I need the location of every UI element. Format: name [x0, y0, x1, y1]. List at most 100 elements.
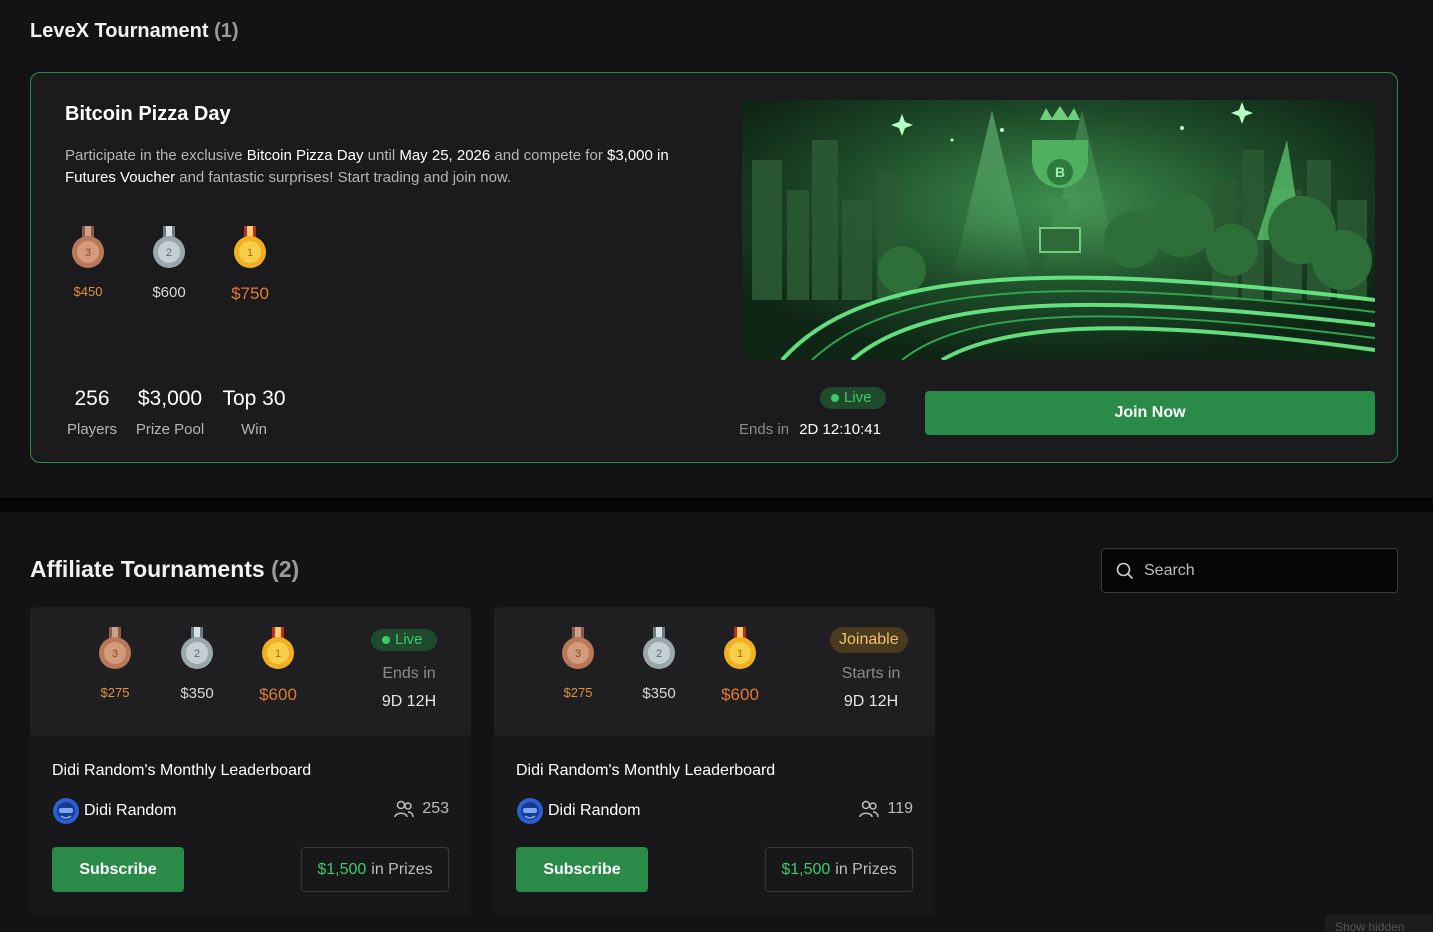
subscribe-button[interactable]: Subscribe	[516, 847, 648, 892]
countdown-timer: 9D 12H	[843, 693, 899, 710]
stat-value: $3,000	[137, 387, 203, 410]
prize-rank-2: $600	[152, 284, 186, 301]
desc-highlight: Bitcoin Pizza Day	[246, 147, 364, 164]
player-count: 253	[422, 800, 449, 817]
host-info[interactable]: Didi Random	[52, 797, 176, 825]
search-icon	[1116, 562, 1134, 579]
stat-label: Prize Pool	[135, 421, 205, 438]
stat-value: 256	[74, 387, 110, 410]
svg-text:B: B	[1055, 164, 1065, 180]
svg-text:3: 3	[85, 247, 91, 259]
search-field[interactable]	[1101, 548, 1398, 593]
medal-rank-1: 1 $600	[248, 627, 308, 705]
prize-rank-3: $275	[100, 685, 130, 700]
host-name: Didi Random	[548, 802, 641, 819]
countdown-timer: 9D 12H	[381, 693, 437, 710]
svg-text:1: 1	[247, 247, 253, 259]
host-name: Didi Random	[84, 802, 177, 819]
card-header: 3 $275 2 $350 1 $600 Live Ends in 9D 12H	[30, 607, 471, 735]
prize-rank-1: $600	[721, 685, 759, 704]
countdown-timer: 2D 12:10:41	[799, 421, 881, 438]
affiliate-tournament-card: 3 $275 2 $350 1 $600 Live Ends in 9D 12H…	[30, 607, 471, 915]
joinable-status-badge: Joinable	[830, 627, 908, 653]
medal-gold-icon: 1	[724, 627, 756, 669]
prize-rank-2: $350	[180, 685, 214, 702]
medal-gold-icon: 1	[262, 627, 294, 669]
avatar-icon	[53, 798, 79, 824]
medal-rank-1: 1 $750	[220, 226, 280, 304]
host-info[interactable]: Didi Random	[516, 797, 640, 825]
player-count: 119	[887, 800, 913, 817]
prize-suffix: in Prizes	[835, 860, 897, 878]
svg-text:2: 2	[194, 648, 200, 660]
medal-gold-icon: 1	[234, 226, 266, 268]
affiliate-count: (2)	[271, 556, 300, 582]
starts-in-label: Starts in	[841, 665, 901, 682]
participant-count: 119	[859, 800, 913, 818]
levex-title-text: LeveX Tournament	[30, 20, 209, 42]
affiliate-title-text: Affiliate Tournaments	[30, 556, 265, 582]
prize-suffix: in Prizes	[371, 860, 433, 878]
prize-amount: $1,500	[781, 860, 831, 878]
ends-in-label: Ends in	[739, 421, 790, 438]
leaderboard-title: Didi Random's Monthly Leaderboard	[52, 762, 312, 779]
medal-rank-2: 2 $350	[629, 627, 689, 702]
card-header: 3 $275 2 $350 1 $600 Joinable Starts in …	[494, 607, 935, 735]
desc-text: and fantastic surprises! Start trading a…	[175, 169, 512, 186]
prize-rank-3: $275	[563, 685, 593, 700]
stat-label: Win	[241, 421, 267, 438]
desc-highlight: May 25, 2026	[399, 147, 491, 164]
prize-pool-badge: $1,500 in Prizes	[301, 847, 449, 892]
medal-bronze-icon: 3	[72, 226, 104, 268]
participant-count: 253	[394, 800, 449, 818]
stat-players: 256 Players	[65, 387, 119, 438]
medal-rank-1: 1 $600	[710, 627, 770, 705]
levex-section-title: LeveX Tournament (1)	[30, 20, 239, 43]
medal-silver-icon: 2	[643, 627, 675, 669]
banner-illustration: B	[742, 100, 1375, 360]
tournament-banner: B	[742, 100, 1375, 360]
desc-text: and compete for	[490, 147, 607, 164]
medal-rank-3: 3 $275	[85, 627, 145, 700]
live-status-badge: Live	[820, 387, 886, 409]
affiliate-tournament-card: 3 $275 2 $350 1 $600 Joinable Starts in …	[494, 607, 935, 915]
prize-pool-badge: $1,500 in Prizes	[765, 847, 913, 892]
medal-silver-icon: 2	[181, 627, 213, 669]
medal-bronze-icon: 3	[562, 627, 594, 669]
prize-rank-3: $450	[73, 284, 103, 299]
live-status-badge: Live	[371, 629, 437, 651]
subscribe-button[interactable]: Subscribe	[52, 847, 184, 892]
medal-rank-2: 2 $350	[167, 627, 227, 702]
svg-text:2: 2	[166, 247, 172, 259]
prize-amount: $1,500	[317, 860, 367, 878]
medal-silver-icon: 2	[153, 226, 185, 268]
stat-label: Players	[66, 421, 118, 438]
medal-rank-3: 3 $275	[548, 627, 608, 700]
users-icon	[859, 800, 880, 818]
stat-prize-pool: $3,000 Prize Pool	[132, 387, 208, 438]
featured-tournament-card: Bitcoin Pizza Day Participate in the exc…	[30, 72, 1398, 463]
affiliate-section-title: Affiliate Tournaments (2)	[30, 556, 299, 583]
stat-value: Top 30	[222, 387, 286, 410]
stat-win: Top 30 Win	[219, 387, 289, 438]
prize-rank-1: $750	[231, 284, 269, 303]
desc-text: Participate in the exclusive	[65, 147, 247, 164]
tournament-title: Bitcoin Pizza Day	[65, 103, 231, 125]
avatar-icon	[517, 798, 543, 824]
leaderboard-title: Didi Random's Monthly Leaderboard	[516, 762, 776, 779]
levex-count: (1)	[214, 20, 239, 42]
ends-in-line: Ends in 2D 12:10:41	[739, 421, 881, 438]
svg-text:3: 3	[575, 648, 581, 660]
prize-rank-2: $350	[642, 685, 676, 702]
svg-text:1: 1	[737, 648, 743, 660]
join-now-button[interactable]: Join Now	[925, 391, 1375, 435]
users-icon	[394, 800, 415, 818]
medal-rank-2: 2 $600	[139, 226, 199, 301]
search-input[interactable]	[1144, 561, 1384, 580]
section-divider	[0, 498, 1433, 512]
medal-bronze-icon: 3	[99, 627, 131, 669]
show-hidden-toggle[interactable]: Show hidden	[1325, 914, 1433, 932]
svg-text:3: 3	[112, 648, 118, 660]
desc-text: until	[363, 147, 400, 164]
svg-text:2: 2	[656, 648, 662, 660]
